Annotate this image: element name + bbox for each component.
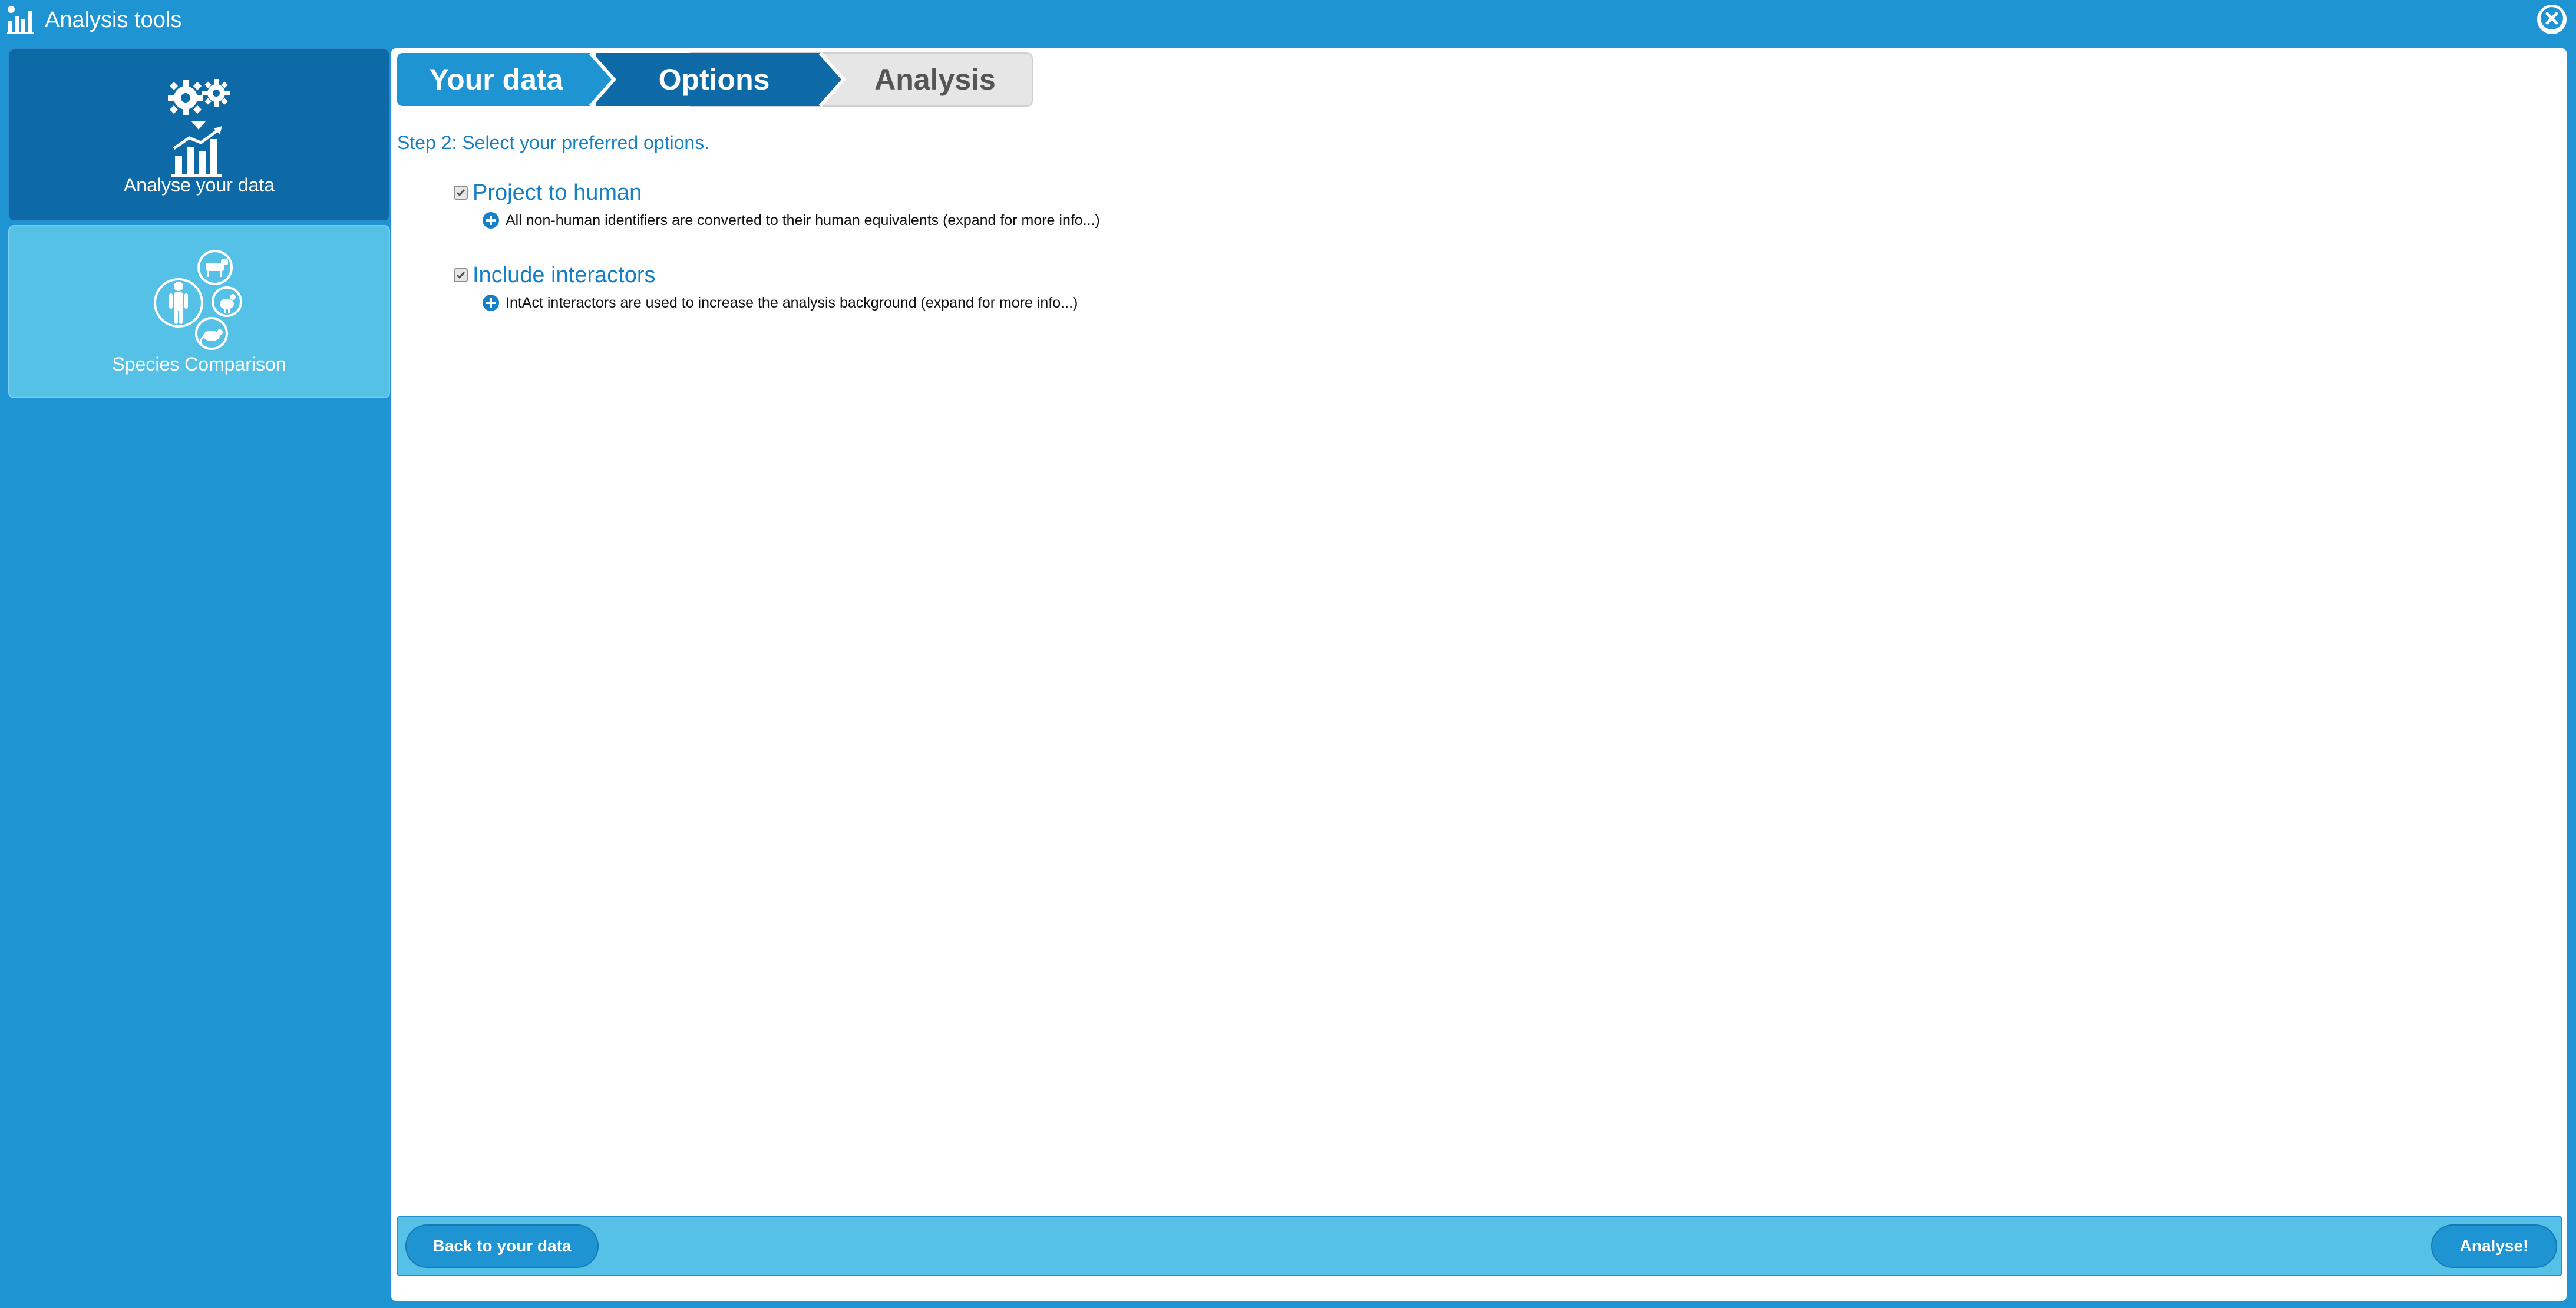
gears-chart-icon <box>161 73 237 182</box>
window-titlebar: Analysis tools <box>0 0 2576 46</box>
analyse-button[interactable]: Analyse! <box>2431 1224 2557 1268</box>
option-description: All non-human identifiers are converted … <box>506 212 1100 229</box>
sidebar-item-analyse-your-data[interactable]: Analyse your data <box>8 48 390 222</box>
chart-bars-icon <box>6 4 37 34</box>
step-heading: Step 2: Select your preferred options. <box>397 132 710 153</box>
back-to-your-data-button[interactable]: Back to your data <box>405 1224 599 1268</box>
wizard-footer: Back to your data Analyse! <box>397 1216 2562 1276</box>
include-interactors-checkbox[interactable] <box>454 268 468 282</box>
wizard-step-your-data[interactable]: Your data <box>408 52 584 107</box>
option-title[interactable]: Project to human <box>473 180 642 206</box>
option-include-interactors: Include interactors IntAct interactors a… <box>454 260 1078 315</box>
wizard-steps: Your data Options Analysis <box>396 52 1044 107</box>
wizard-step-options: Options <box>658 63 770 96</box>
close-icon <box>2540 6 2564 33</box>
species-icon <box>149 250 249 353</box>
expand-plus-icon[interactable] <box>482 212 500 229</box>
expand-plus-icon[interactable] <box>482 294 500 312</box>
option-title[interactable]: Include interactors <box>473 263 656 288</box>
close-button[interactable] <box>2537 5 2567 34</box>
option-description: IntAct interactors are used to increase … <box>506 294 1078 311</box>
sidebar-item-species-comparison[interactable]: Species Comparison <box>8 225 390 398</box>
options-panel: Your data Options Analysis Step 2: Selec… <box>391 48 2567 1301</box>
sidebar-item-label: Species Comparison <box>112 354 286 375</box>
wizard-step-analysis: Analysis <box>874 63 996 96</box>
window-title: Analysis tools <box>45 8 182 32</box>
project-to-human-checkbox[interactable] <box>454 186 468 200</box>
sidebar-item-label: Analyse your data <box>123 174 275 196</box>
option-project-to-human: Project to human All non-human identifie… <box>454 178 1100 232</box>
